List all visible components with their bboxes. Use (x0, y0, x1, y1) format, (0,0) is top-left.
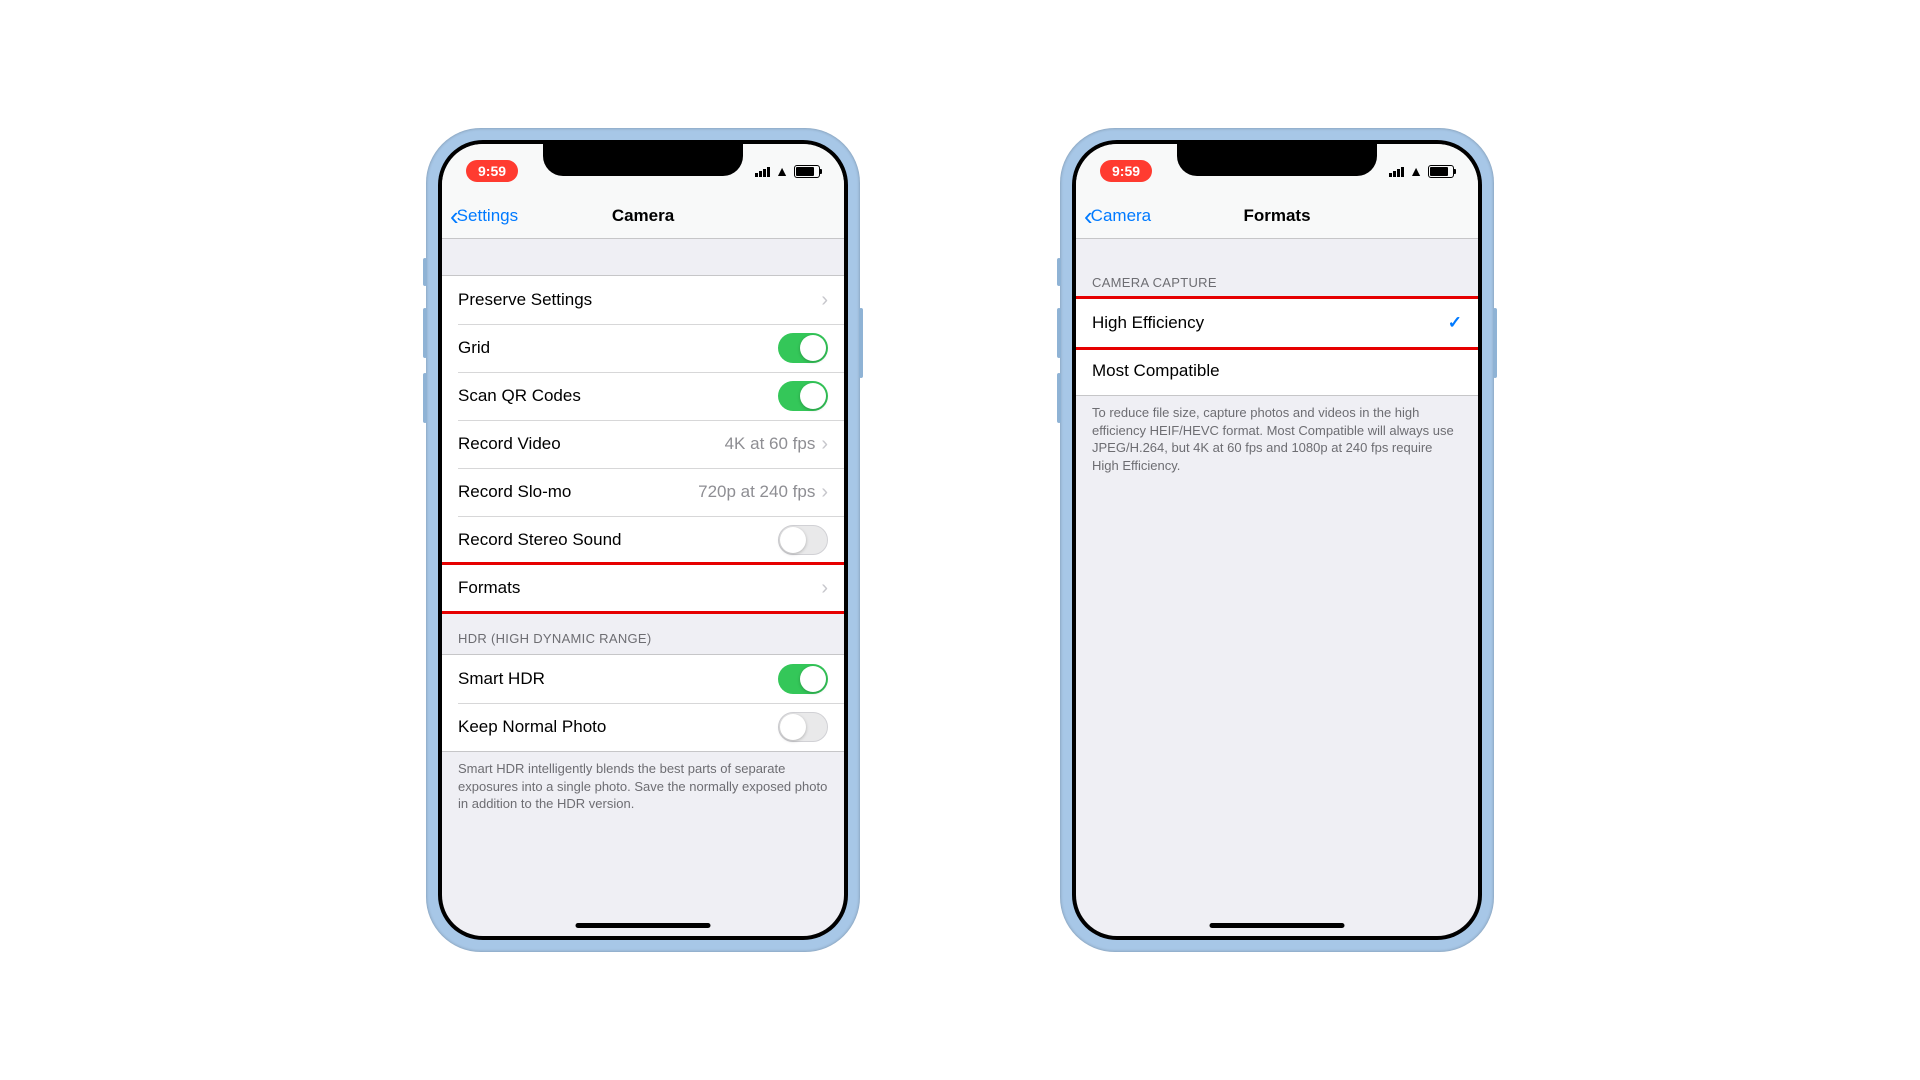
signal-icon (755, 166, 770, 177)
row-value: 4K at 60 fps (725, 434, 816, 454)
chevron-right-icon: › (821, 289, 828, 312)
notch (1177, 144, 1377, 176)
signal-icon (1389, 166, 1404, 177)
row-label: Record Slo-mo (458, 482, 571, 502)
phone-mockup-camera: 9:59 ▲︎ ‹ Settings Camera Preserve (426, 128, 860, 952)
hdr-group: Smart HDR Keep Normal Photo (442, 654, 844, 752)
row-record-slomo[interactable]: Record Slo-mo 720p at 240 fps › (442, 468, 844, 516)
row-value: 720p at 240 fps (698, 482, 815, 502)
nav-back-label: Settings (457, 206, 518, 226)
content-area: Preserve Settings › Grid Scan QR Codes R… (442, 239, 844, 936)
battery-icon (1428, 165, 1454, 178)
notch (543, 144, 743, 176)
hdr-footer-text: Smart HDR intelligently blends the best … (442, 752, 844, 829)
keep-normal-toggle[interactable] (778, 712, 828, 742)
status-icons: ▲︎ (755, 163, 820, 179)
row-keep-normal[interactable]: Keep Normal Photo (442, 703, 844, 751)
nav-bar: ‹ Settings Camera (442, 194, 844, 239)
row-stereo-sound[interactable]: Record Stereo Sound (442, 516, 844, 564)
home-indicator[interactable] (576, 923, 711, 928)
status-time: 9:59 (1100, 160, 1152, 182)
row-smart-hdr[interactable]: Smart HDR (442, 655, 844, 703)
checkmark-icon: ✓ (1448, 313, 1462, 333)
row-record-video[interactable]: Record Video 4K at 60 fps › (442, 420, 844, 468)
nav-back-button[interactable]: ‹ Settings (442, 201, 518, 232)
status-icons: ▲︎ (1389, 163, 1454, 179)
phone-mockup-formats: 9:59 ▲︎ ‹ Camera Formats CAMERA CAPTURE (1060, 128, 1494, 952)
row-label: Formats (458, 578, 520, 598)
camera-settings-group: Preserve Settings › Grid Scan QR Codes R… (442, 275, 844, 613)
chevron-right-icon: › (821, 481, 828, 504)
row-label: Record Stereo Sound (458, 530, 622, 550)
row-label: High Efficiency (1092, 313, 1204, 333)
row-label: Keep Normal Photo (458, 717, 606, 737)
row-formats[interactable]: Formats › (442, 564, 844, 612)
chevron-right-icon: › (821, 433, 828, 456)
nav-bar: ‹ Camera Formats (1076, 194, 1478, 239)
row-preserve-settings[interactable]: Preserve Settings › (442, 276, 844, 324)
row-most-compatible[interactable]: Most Compatible (1076, 347, 1478, 395)
smart-hdr-toggle[interactable] (778, 664, 828, 694)
formats-footer-text: To reduce file size, capture photos and … (1076, 396, 1478, 490)
nav-back-label: Camera (1091, 206, 1151, 226)
row-label: Smart HDR (458, 669, 545, 689)
formats-group: High Efficiency ✓ Most Compatible (1076, 298, 1478, 396)
battery-icon (794, 165, 820, 178)
row-label: Record Video (458, 434, 561, 454)
row-label: Grid (458, 338, 490, 358)
row-scan-qr[interactable]: Scan QR Codes (442, 372, 844, 420)
row-high-efficiency[interactable]: High Efficiency ✓ (1076, 299, 1478, 347)
stereo-toggle[interactable] (778, 525, 828, 555)
row-label: Preserve Settings (458, 290, 592, 310)
scan-qr-toggle[interactable] (778, 381, 828, 411)
chevron-right-icon: › (821, 577, 828, 600)
nav-back-button[interactable]: ‹ Camera (1076, 201, 1151, 232)
row-label: Scan QR Codes (458, 386, 581, 406)
camera-capture-header: CAMERA CAPTURE (1076, 239, 1478, 298)
home-indicator[interactable] (1210, 923, 1345, 928)
row-grid[interactable]: Grid (442, 324, 844, 372)
status-time: 9:59 (466, 160, 518, 182)
content-area: CAMERA CAPTURE High Efficiency ✓ Most Co… (1076, 239, 1478, 936)
wifi-icon: ▲︎ (775, 163, 789, 179)
grid-toggle[interactable] (778, 333, 828, 363)
hdr-section-header: HDR (HIGH DYNAMIC RANGE) (442, 613, 844, 654)
wifi-icon: ▲︎ (1409, 163, 1423, 179)
row-label: Most Compatible (1092, 361, 1220, 381)
